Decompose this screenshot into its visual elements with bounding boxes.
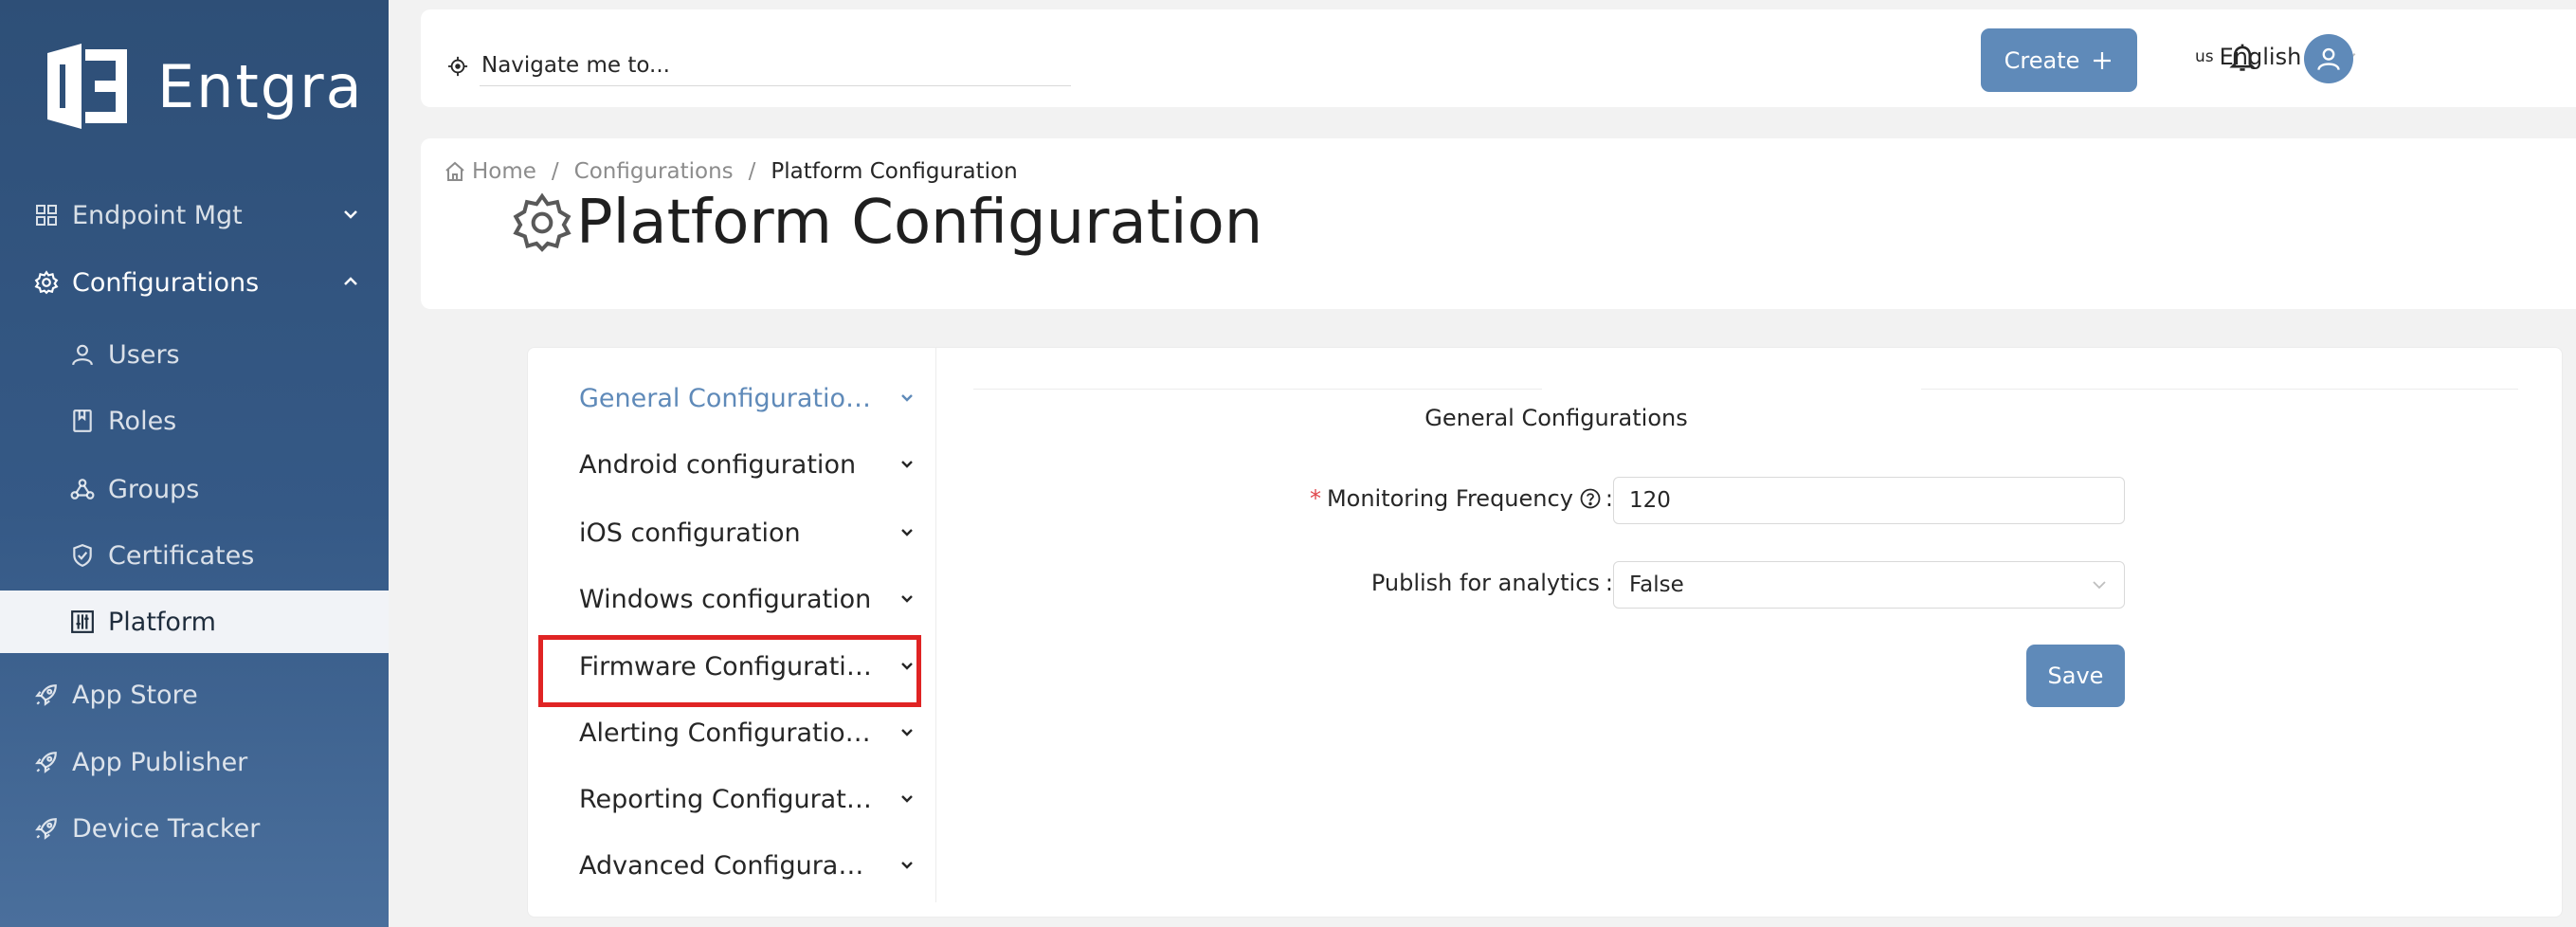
config-menu-label: Advanced Configurations	[579, 850, 873, 881]
breadcrumb-configurations[interactable]: Configurations	[574, 159, 734, 184]
breadcrumb-separator: /	[551, 159, 559, 184]
sidebar: Entgra Endpoint Mgt Configurations Users…	[0, 0, 389, 927]
chevron-down-icon	[901, 461, 913, 468]
section-title: General Configurations	[1402, 405, 1711, 431]
config-menu-item-general[interactable]: General Configurations	[579, 374, 916, 422]
config-menu-label: Firmware Configuration	[579, 651, 873, 682]
breadcrumb-home[interactable]: Home	[472, 159, 536, 184]
sidebar-item-app-publisher[interactable]: App Publisher	[0, 731, 389, 793]
sidebar-item-label: App Publisher	[72, 747, 248, 777]
sidebar-item-device-tracker[interactable]: Device Tracker	[0, 797, 389, 860]
config-panel: General Configurations Android configura…	[527, 347, 2563, 918]
config-menu-label: Android configuration	[579, 449, 857, 480]
config-menu-label: Reporting Configurations	[579, 784, 873, 814]
chevron-down-icon	[901, 663, 913, 670]
sidebar-item-endpoint-mgt[interactable]: Endpoint Mgt	[0, 184, 389, 246]
sidebar-item-label: Device Tracker	[72, 813, 261, 844]
sidebar-item-label: Roles	[108, 406, 177, 436]
sidebar-item-configurations[interactable]: Configurations	[0, 251, 389, 314]
chevron-down-icon	[901, 595, 913, 603]
chevron-up-icon	[341, 272, 360, 291]
logo[interactable]: Entgra	[40, 40, 364, 133]
plus-icon	[2091, 49, 2113, 72]
config-menu-item-alerting[interactable]: Alerting Configurations	[579, 709, 916, 756]
sidebar-item-groups[interactable]: Groups	[0, 458, 389, 520]
publish-analytics-value: False	[1629, 573, 1684, 597]
save-button[interactable]: Save	[2026, 645, 2125, 707]
chevron-down-icon	[901, 729, 913, 736]
sliders-icon	[70, 609, 95, 634]
sidebar-item-label: App Store	[72, 680, 198, 710]
chevron-down-icon	[901, 795, 913, 803]
chevron-down-icon	[341, 205, 360, 224]
sidebar-item-label: Configurations	[72, 267, 260, 298]
section-divider	[973, 389, 2518, 390]
navigate-input[interactable]	[480, 45, 1071, 86]
page-header: Home / Configurations / Platform Configu…	[421, 138, 2576, 309]
sidebar-item-platform[interactable]: Platform	[0, 591, 389, 653]
label-colon: :	[1605, 570, 1613, 596]
home-icon	[444, 160, 466, 183]
config-menu-item-reporting[interactable]: Reporting Configurations	[579, 775, 916, 823]
breadcrumb-separator: /	[748, 159, 756, 184]
avatar[interactable]	[2304, 34, 2353, 83]
sidebar-item-label: Users	[108, 339, 180, 370]
config-menu-label: General Configurations	[579, 383, 873, 413]
create-button[interactable]: Create	[1981, 28, 2137, 92]
config-menu-item-windows[interactable]: Windows configuration	[579, 575, 916, 623]
required-mark: *	[1309, 485, 1321, 512]
publish-analytics-label: Publish for analytics :	[1371, 570, 1613, 596]
create-button-label: Create	[2004, 46, 2080, 74]
page-title: Platform Configuration	[512, 188, 1262, 258]
monitoring-frequency-label: * Monitoring Frequency :	[1310, 485, 1613, 512]
config-menu-label: iOS configuration	[579, 518, 801, 548]
config-menu-item-ios[interactable]: iOS configuration	[579, 509, 916, 556]
book-icon	[70, 409, 95, 433]
label-colon: :	[1605, 485, 1613, 512]
gear-icon	[512, 192, 572, 253]
rocket-icon	[34, 816, 59, 841]
monitoring-frequency-text: Monitoring Frequency	[1326, 485, 1573, 512]
sidebar-item-users[interactable]: Users	[0, 323, 389, 386]
breadcrumb-current: Platform Configuration	[771, 159, 1018, 184]
locate-icon	[447, 56, 468, 77]
sidebar-item-label: Groups	[108, 474, 200, 504]
grid-icon	[34, 203, 59, 227]
sidebar-item-roles[interactable]: Roles	[0, 390, 389, 452]
entgra-logo-icon	[40, 40, 133, 133]
groups-icon	[70, 477, 95, 501]
publish-analytics-select[interactable]: False	[1613, 561, 2125, 609]
sidebar-item-certificates[interactable]: Certificates	[0, 524, 389, 587]
chevron-down-icon	[901, 529, 913, 536]
sidebar-item-app-store[interactable]: App Store	[0, 663, 389, 726]
rocket-icon	[34, 682, 59, 707]
config-menu-item-advanced[interactable]: Advanced Configurations	[579, 842, 916, 889]
config-menu-item-firmware[interactable]: Firmware Configuration	[579, 643, 916, 690]
gear-icon	[34, 270, 59, 295]
config-menu: General Configurations Android configura…	[528, 348, 936, 902]
logo-text: Entgra	[157, 51, 364, 121]
chevron-down-icon	[901, 394, 913, 402]
user-icon	[2315, 45, 2342, 72]
navigate-search	[447, 45, 1071, 86]
top-bar: Create us English	[421, 9, 2576, 107]
sidebar-item-label: Platform	[108, 607, 216, 637]
sidebar-item-label: Certificates	[108, 540, 255, 571]
rocket-icon	[34, 750, 59, 774]
help-icon[interactable]	[1579, 487, 1602, 510]
config-menu-item-android[interactable]: Android configuration	[579, 441, 916, 488]
sidebar-item-label: Endpoint Mgt	[72, 200, 243, 230]
chevron-down-icon	[2093, 581, 2106, 590]
language-code: us	[2195, 47, 2214, 66]
config-menu-label: Alerting Configurations	[579, 718, 873, 748]
monitoring-frequency-input[interactable]	[1613, 477, 2125, 524]
config-menu-label: Windows configuration	[579, 584, 872, 614]
chevron-down-icon	[901, 862, 913, 869]
publish-analytics-text: Publish for analytics	[1370, 570, 1600, 596]
bell-icon[interactable]	[2227, 42, 2258, 74]
page-title-text: Platform Configuration	[576, 188, 1263, 258]
shield-icon	[70, 543, 95, 568]
breadcrumb: Home / Configurations / Platform Configu…	[444, 159, 1018, 184]
user-icon	[70, 342, 95, 367]
